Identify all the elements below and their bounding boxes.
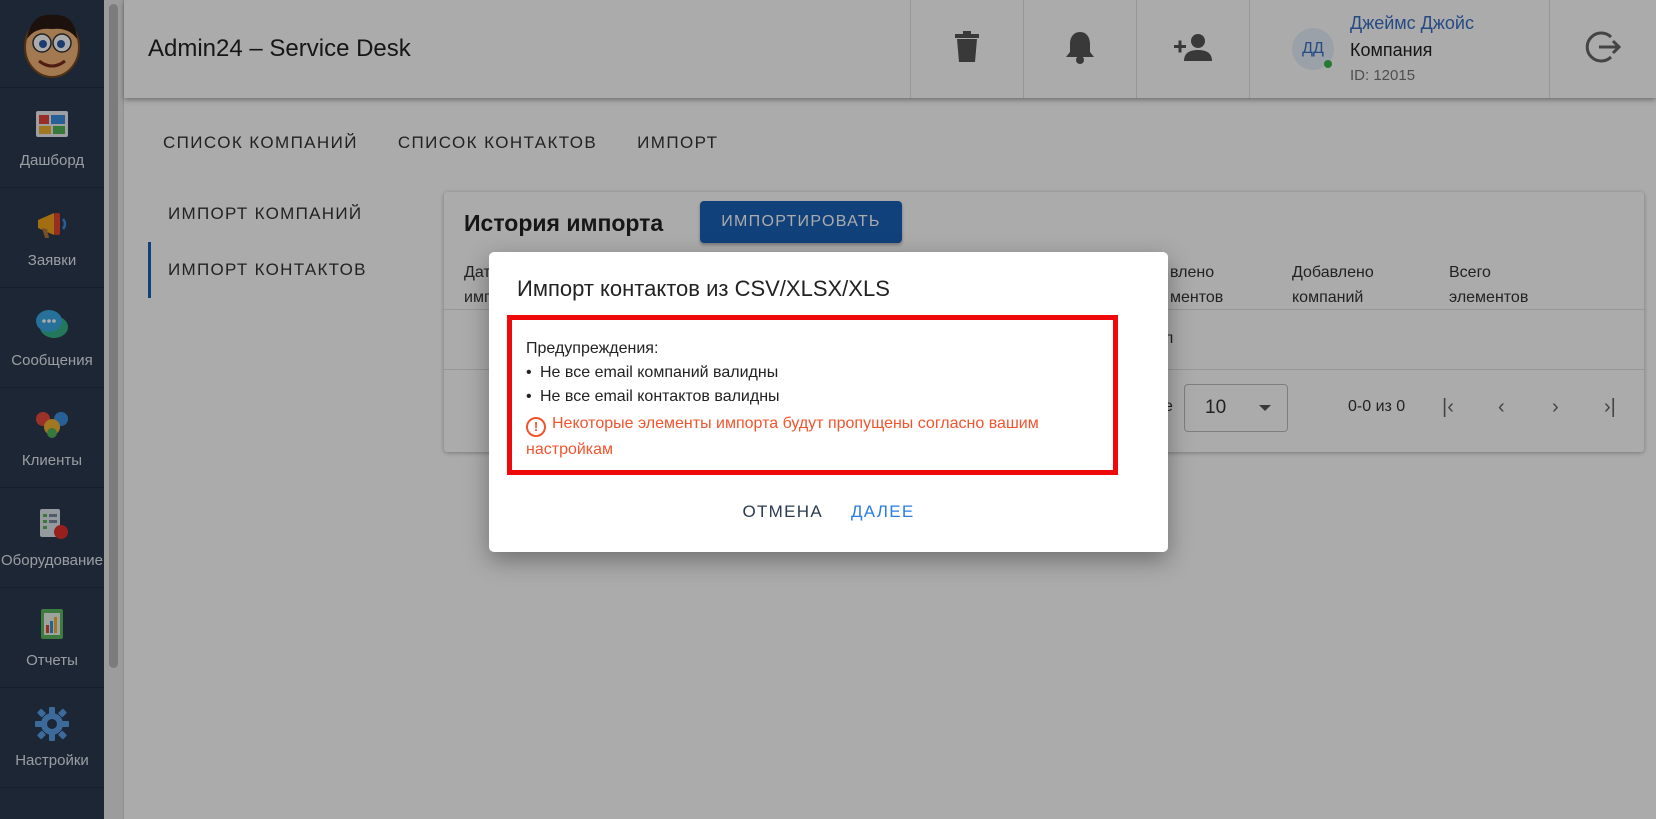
warnings-header: Предупреждения: bbox=[526, 340, 659, 357]
import-dialog: Импорт контактов из CSV/XLSX/XLS Предупр… bbox=[489, 252, 1168, 552]
warnings-box: Предупреждения: Не все email компаний ва… bbox=[507, 315, 1118, 475]
dialog-title: Импорт контактов из CSV/XLSX/XLS bbox=[517, 276, 890, 301]
warnings-list: Не все email компаний валидны Не все ema… bbox=[526, 361, 1099, 409]
error-message: ! Некоторые элементы импорта будут пропущ… bbox=[526, 411, 1099, 463]
alert-circle-icon: ! bbox=[526, 417, 546, 437]
dialog-actions: ОТМЕНА ДАЛЕЕ bbox=[489, 502, 1168, 522]
error-text: Некоторые элементы импорта будут пропуще… bbox=[526, 415, 1039, 458]
warning-item: Не все email контактов валидны bbox=[526, 385, 1099, 409]
warning-item: Не все email компаний валидны bbox=[526, 361, 1099, 385]
cancel-button[interactable]: ОТМЕНА bbox=[742, 502, 823, 522]
next-button[interactable]: ДАЛЕЕ bbox=[851, 502, 915, 522]
